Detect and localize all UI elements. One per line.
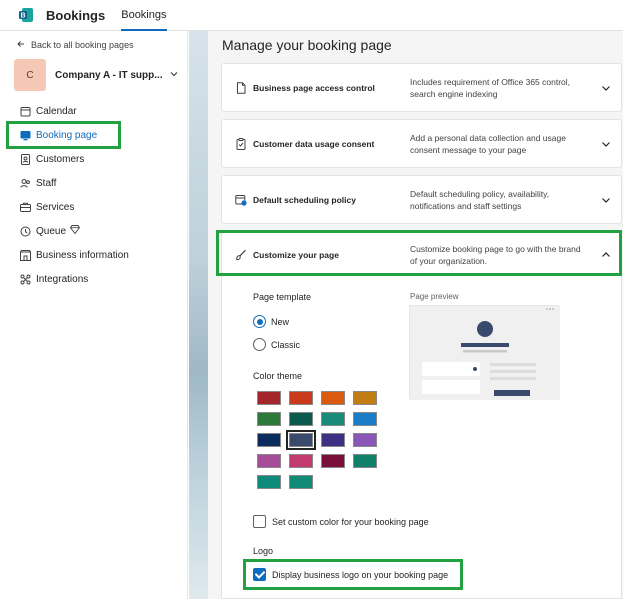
page-preview-label: Page preview — [410, 292, 459, 301]
color-swatch[interactable] — [321, 454, 345, 468]
section-description: Add a personal data collection and usage… — [410, 132, 566, 155]
sidebar-item-label: Services — [36, 201, 75, 213]
calendar-settings-icon — [235, 194, 247, 206]
page-preview — [409, 305, 560, 400]
color-swatch[interactable] — [257, 454, 281, 468]
booking-page-icon — [19, 129, 31, 141]
company-selector[interactable]: C Company A - IT supp... — [14, 59, 184, 91]
staff-icon — [19, 177, 31, 189]
arrow-left-icon — [17, 40, 25, 50]
paint-brush-icon — [235, 249, 247, 261]
section-default-scheduling-policy[interactable]: Default scheduling policy Default schedu… — [221, 175, 622, 224]
custom-color-checkbox[interactable] — [253, 515, 266, 528]
template-new-radio[interactable] — [253, 315, 266, 328]
services-icon — [19, 201, 31, 213]
sidebar: Back to all booking pages C Company A - … — [0, 31, 188, 599]
queue-icon — [19, 225, 31, 237]
tab-bookings[interactable]: Bookings — [121, 0, 167, 31]
app-name: Bookings — [46, 7, 106, 23]
display-logo-checkbox[interactable] — [253, 568, 266, 581]
sidebar-item-booking-page[interactable]: Booking page — [0, 123, 188, 147]
sidebar-item-label: Queue — [36, 225, 67, 237]
display-logo-label: Display business logo on your booking pa… — [272, 570, 449, 580]
color-swatch[interactable] — [321, 412, 345, 426]
diamond-icon — [69, 225, 81, 237]
color-swatch[interactable] — [257, 475, 281, 489]
template-classic-label: Classic — [271, 340, 301, 350]
chevron-down-icon[interactable] — [601, 139, 611, 149]
color-swatch[interactable] — [353, 454, 377, 468]
company-name: Company A - IT supp... — [55, 69, 163, 81]
page-template-label: Page template — [253, 292, 312, 302]
customers-icon — [19, 153, 31, 165]
color-swatch[interactable] — [321, 433, 345, 447]
sidebar-item-label: Calendar — [36, 105, 77, 117]
sidebar-item-customers[interactable]: Customers — [0, 147, 188, 171]
sidebar-item-label: Business information — [36, 249, 129, 261]
section-customer-data-usage-consent[interactable]: Customer data usage consent Add a person… — [221, 119, 622, 168]
page-title: Manage your booking page — [222, 37, 392, 53]
sidebar-item-queue[interactable]: Queue — [0, 219, 188, 243]
sidebar-nav: Calendar Booking page Customers Staff Se… — [0, 99, 188, 291]
color-swatch[interactable] — [353, 433, 377, 447]
section-business-page-access-control[interactable]: Business page access control Includes re… — [221, 63, 622, 112]
sidebar-item-calendar[interactable]: Calendar — [0, 99, 188, 123]
section-description: Customize booking page to go with the br… — [410, 244, 581, 266]
sidebar-item-staff[interactable]: Staff — [0, 171, 188, 195]
color-swatch[interactable] — [257, 412, 281, 426]
color-swatch[interactable] — [257, 433, 281, 447]
section-title: Business page access control — [253, 82, 375, 93]
top-bar: B Bookings Bookings — [0, 0, 623, 31]
sidebar-item-business-information[interactable]: Business information — [0, 243, 188, 267]
section-title: Customize your page — [253, 250, 339, 260]
business-info-icon — [19, 249, 31, 261]
custom-color-label: Set custom color for your booking page — [272, 517, 429, 527]
color-swatch[interactable] — [289, 475, 313, 489]
calendar-icon — [19, 105, 31, 117]
back-link[interactable]: Back to all booking pages — [17, 40, 134, 50]
color-swatch[interactable] — [353, 391, 377, 405]
chevron-down-icon — [169, 69, 179, 82]
color-swatch[interactable] — [289, 391, 313, 405]
template-new-label: New — [271, 317, 290, 327]
logo-label: Logo — [253, 546, 274, 556]
sidebar-item-services[interactable]: Services — [0, 195, 188, 219]
section-customize-your-page[interactable]: Customize your page Customize booking pa… — [221, 232, 622, 278]
sidebar-item-label: Customers — [36, 153, 85, 165]
svg-text:B: B — [20, 13, 25, 20]
avatar: C — [14, 59, 46, 91]
section-description: Default scheduling policy, availability,… — [410, 188, 550, 211]
chevron-down-icon[interactable] — [601, 195, 611, 205]
color-swatch[interactable] — [353, 412, 377, 426]
bookings-logo-icon: B — [18, 7, 34, 23]
section-description: Includes requirement of Office 365 contr… — [410, 76, 571, 99]
color-swatch[interactable] — [289, 412, 313, 426]
template-classic-radio[interactable] — [253, 338, 266, 351]
color-swatch[interactable] — [321, 391, 345, 405]
section-title: Customer data usage consent — [253, 138, 375, 149]
chevron-down-icon[interactable] — [601, 83, 611, 93]
back-link-label: Back to all booking pages — [31, 40, 134, 50]
page-icon — [235, 81, 247, 94]
sidebar-item-integrations[interactable]: Integrations — [0, 267, 188, 291]
color-swatch[interactable] — [289, 454, 313, 468]
sidebar-item-label: Booking page — [36, 129, 98, 141]
sidebar-item-label: Staff — [36, 177, 57, 189]
chevron-up-icon[interactable] — [601, 250, 611, 260]
color-swatch[interactable] — [257, 391, 281, 405]
section-title: Default scheduling policy — [253, 194, 356, 205]
color-swatch[interactable] — [286, 430, 316, 450]
clipboard-icon — [235, 137, 247, 150]
integrations-icon — [19, 273, 31, 285]
color-theme-label: Color theme — [253, 371, 303, 381]
sidebar-item-label: Integrations — [36, 273, 89, 285]
